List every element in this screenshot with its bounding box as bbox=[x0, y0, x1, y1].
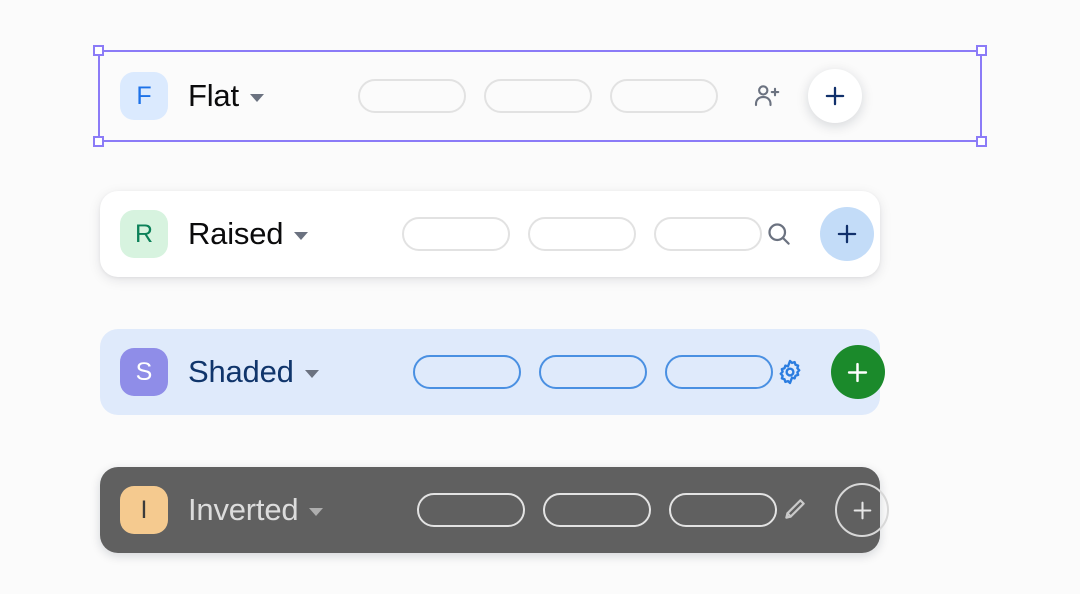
selection-handle-top-left[interactable] bbox=[93, 45, 104, 56]
pill-group-raised bbox=[402, 217, 763, 251]
add-button-flat[interactable] bbox=[808, 69, 862, 123]
avatar-badge-flat: F bbox=[120, 72, 168, 120]
selection-handle-bottom-left[interactable] bbox=[93, 136, 104, 147]
pill-placeholder[interactable] bbox=[654, 217, 763, 251]
title-group-raised[interactable]: Raised bbox=[188, 216, 309, 252]
chevron-down-icon[interactable] bbox=[294, 232, 309, 240]
pill-placeholder[interactable] bbox=[543, 493, 652, 527]
avatar-badge-shaded: S bbox=[120, 348, 168, 396]
canvas: F Flat R Raised S Shaded I Inverted bbox=[0, 0, 1080, 594]
chevron-down-icon[interactable] bbox=[249, 94, 264, 102]
pill-placeholder[interactable] bbox=[483, 79, 592, 113]
title-group-inverted[interactable]: Inverted bbox=[188, 492, 324, 528]
add-button-inverted[interactable] bbox=[835, 483, 890, 537]
pill-placeholder[interactable] bbox=[538, 355, 647, 389]
chevron-down-icon[interactable] bbox=[304, 370, 319, 378]
title-group-shaded[interactable]: Shaded bbox=[188, 354, 319, 390]
add-button-shaded[interactable] bbox=[830, 345, 885, 399]
row-title-inverted: Inverted bbox=[188, 492, 299, 527]
search-icon[interactable] bbox=[762, 217, 796, 251]
selection-handle-top-right[interactable] bbox=[976, 45, 987, 56]
chevron-down-icon[interactable] bbox=[309, 508, 324, 516]
gear-icon[interactable] bbox=[773, 355, 807, 389]
pill-placeholder[interactable] bbox=[609, 79, 718, 113]
avatar-badge-raised: R bbox=[120, 210, 168, 258]
person-add-icon[interactable] bbox=[750, 79, 784, 113]
pill-group-flat bbox=[357, 79, 718, 113]
row-raised[interactable]: R Raised bbox=[100, 191, 880, 277]
selection-handle-bottom-right[interactable] bbox=[976, 136, 987, 147]
row-inverted[interactable]: I Inverted bbox=[100, 467, 890, 553]
pill-placeholder[interactable] bbox=[402, 217, 511, 251]
add-button-raised[interactable] bbox=[820, 207, 875, 261]
row-title-flat: Flat bbox=[188, 78, 239, 113]
pill-placeholder[interactable] bbox=[664, 355, 773, 389]
row-title-shaded: Shaded bbox=[188, 354, 294, 389]
avatar-badge-inverted: I bbox=[120, 486, 168, 534]
pill-placeholder[interactable] bbox=[669, 493, 778, 527]
pill-placeholder[interactable] bbox=[417, 493, 526, 527]
pencil-edit-icon[interactable] bbox=[777, 493, 811, 527]
pill-group-inverted bbox=[417, 493, 778, 527]
pill-placeholder[interactable] bbox=[412, 355, 521, 389]
row-shaded[interactable]: S Shaded bbox=[100, 329, 885, 415]
row-title-raised: Raised bbox=[188, 216, 284, 251]
pill-placeholder[interactable] bbox=[528, 217, 637, 251]
pill-group-shaded bbox=[412, 355, 773, 389]
title-group-flat[interactable]: Flat bbox=[188, 78, 264, 114]
row-flat[interactable]: F Flat bbox=[100, 53, 880, 139]
pill-placeholder[interactable] bbox=[357, 79, 466, 113]
